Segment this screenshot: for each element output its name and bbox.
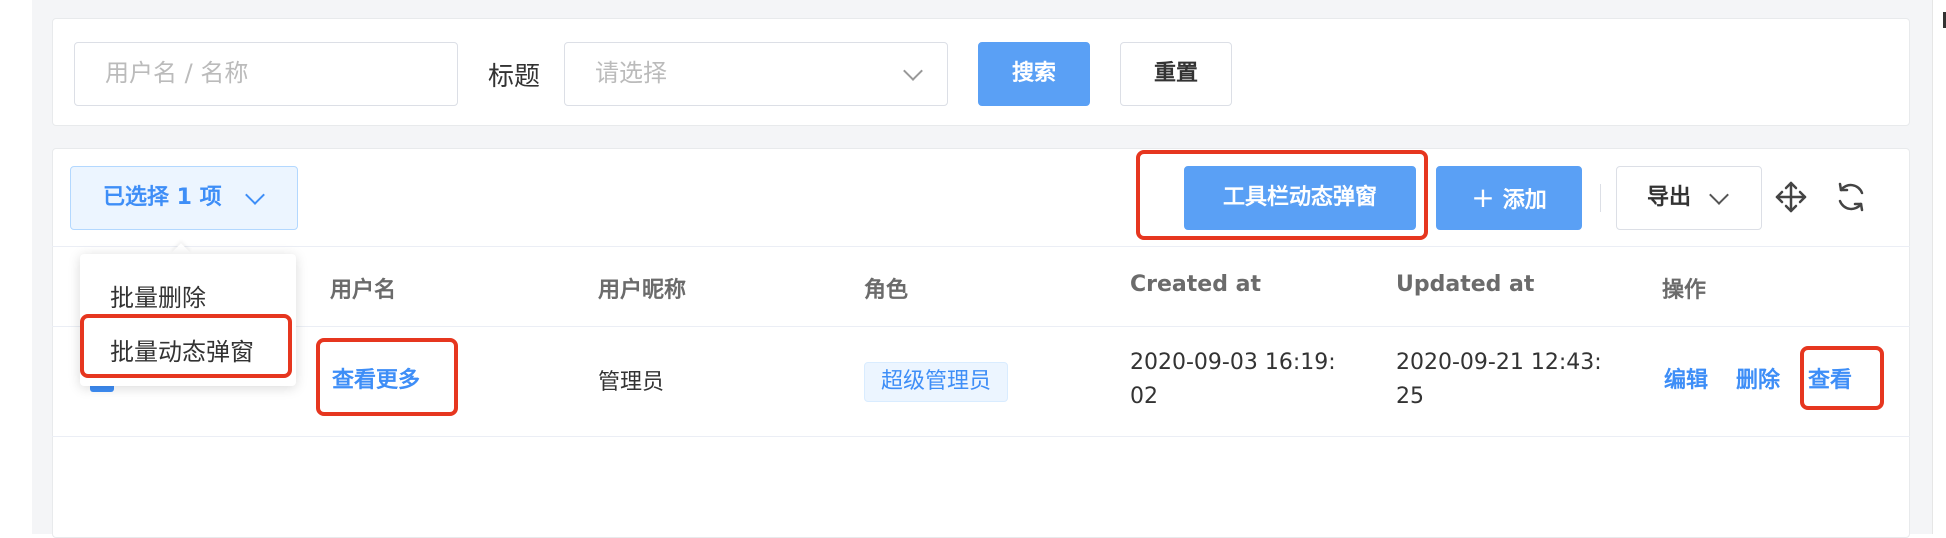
created-at-line-2: 02: [1130, 384, 1158, 409]
updated-at-cell: 2020-09-21 12:43: 25: [1396, 346, 1602, 414]
move-arrows-icon[interactable]: [1774, 180, 1808, 214]
highlight-view-link: [1800, 346, 1884, 410]
title-select[interactable]: 请选择: [564, 42, 948, 106]
column-header-nickname: 用户昵称: [598, 278, 687, 303]
batch-delete-menu-item[interactable]: 批量删除: [110, 278, 206, 313]
refresh-icon[interactable]: [1834, 180, 1868, 214]
delete-link[interactable]: 删除: [1736, 364, 1780, 398]
title-select-placeholder: 请选择: [595, 59, 667, 87]
add-button[interactable]: + 添加: [1436, 166, 1582, 230]
created-at-line-1: 2020-09-03 16:19:: [1130, 350, 1336, 375]
header-top-line: [52, 246, 1910, 247]
header-bottom-line: [52, 326, 1910, 327]
add-button-label: 添加: [1502, 188, 1547, 213]
selected-count-label: 已选择 1 项: [103, 185, 222, 210]
username-search-input[interactable]: 用户名 / 名称: [74, 42, 458, 106]
column-header-role: 角色: [864, 278, 909, 303]
export-dropdown[interactable]: 导出: [1616, 166, 1762, 230]
export-label: 导出: [1647, 185, 1692, 210]
column-header-created-at: Created at: [1130, 272, 1261, 297]
toolbar-divider: [1600, 184, 1601, 212]
column-header-username: 用户名: [330, 278, 397, 303]
right-edge-strip: [1932, 0, 1946, 534]
row-bottom-line: [52, 436, 1910, 437]
edit-link[interactable]: 编辑: [1664, 364, 1708, 398]
updated-at-line-1: 2020-09-21 12:43:: [1396, 350, 1602, 375]
highlight-view-more: [316, 338, 458, 416]
role-tag: 超级管理员: [864, 362, 1008, 402]
highlight-batch-dialog: [80, 314, 292, 378]
title-label: 标题: [488, 62, 541, 92]
column-header-actions: 操作: [1662, 278, 1707, 303]
updated-at-line-2: 25: [1396, 384, 1424, 409]
search-button[interactable]: 搜索: [978, 42, 1090, 106]
reset-button[interactable]: 重置: [1120, 42, 1232, 106]
plus-icon: +: [1471, 181, 1495, 214]
selected-count-dropdown[interactable]: 已选择 1 项: [70, 166, 298, 230]
nickname-cell: 管理员: [598, 370, 665, 395]
created-at-cell: 2020-09-03 16:19: 02: [1130, 346, 1336, 414]
highlight-toolbar-dialog: [1136, 150, 1428, 240]
column-header-updated-at: Updated at: [1396, 272, 1535, 297]
